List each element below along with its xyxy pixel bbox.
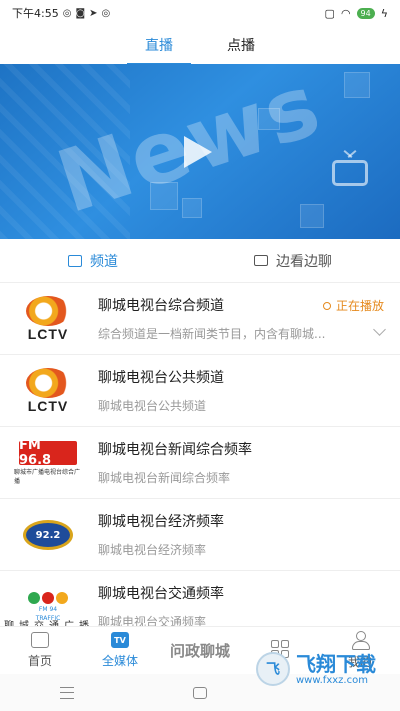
nav-home-label: 首页 — [27, 654, 52, 668]
banner-cube — [344, 72, 370, 98]
channel-title: 聊城电视台新闻综合频率 — [98, 442, 252, 458]
channel-logo-text: LCTV — [27, 398, 69, 414]
tab-watch-chat[interactable]: 边看边聊 — [254, 251, 332, 271]
tab-vod[interactable]: 点播 — [227, 29, 255, 61]
profile-icon — [351, 631, 370, 650]
traffic-logo-text: FM 94 — [38, 606, 58, 613]
chevron-down-icon[interactable] — [373, 323, 386, 336]
live-player-banner[interactable]: News — [0, 64, 400, 239]
traffic-logo — [28, 592, 68, 604]
home-button-icon[interactable] — [192, 686, 207, 699]
channel-item[interactable]: LCTV 聊城电视台公共频道 聊城电视台公共频道 — [0, 355, 400, 427]
chat-icon — [254, 255, 268, 266]
channel-desc: 综合频道是一档新闻类节目，内含有聊城... — [98, 327, 326, 341]
nav-home[interactable]: 首页 — [0, 627, 80, 674]
watermark-text: 飞翔下载 www.fxxz.com — [296, 653, 376, 686]
channel-logo: FM 96.8 聊城市广播电视台综合广播 — [14, 437, 82, 489]
menu-icon[interactable] — [59, 686, 74, 699]
traffic-logo-dot — [56, 592, 68, 604]
fm-logo-sub: 聊城市广播电视台综合广播 — [14, 469, 81, 485]
channel-desc: 聊城电视台经济频率 — [98, 543, 207, 557]
nav-wenzheng[interactable]: 问政聊城 — [160, 627, 240, 674]
tab-live[interactable]: 直播 — [127, 29, 191, 65]
play-icon[interactable] — [184, 136, 212, 168]
notification-icon: ◎ — [101, 7, 111, 19]
channel-logo: LCTV — [14, 293, 82, 345]
channel-title: 聊城电视台综合频道 — [98, 298, 224, 314]
now-playing-badge: 正在播放 — [322, 297, 384, 314]
wenzheng-logo: 问政聊城 — [169, 641, 230, 660]
traffic-logo-dot — [42, 592, 54, 604]
channel-desc: 聊城电视台公共频道 — [98, 399, 207, 413]
status-time: 下午4:55 — [12, 7, 59, 20]
charging-icon: ϟ — [380, 6, 388, 20]
location-icon: ➤ — [89, 7, 98, 19]
home-icon — [31, 632, 49, 648]
battery-indicator: 94 — [356, 7, 375, 19]
channel-item[interactable]: LCTV 聊城电视台综合频道 正在播放 综合频道是一档新闻类节目，内含有聊城..… — [0, 283, 400, 355]
lctv-swirl-logo — [26, 296, 70, 326]
live-dot-icon — [322, 301, 331, 310]
fm-logo: FM 96.8 — [19, 438, 77, 468]
channel-logo-text: LCTV — [27, 326, 69, 342]
tv-icon: TV — [111, 632, 129, 648]
app-screen: 下午4:55 ◎ ◙ ➤ ◎ ▢ ◠ 94 ϟ 直播 点播 News 频道 边看… — [0, 0, 400, 711]
tv-icon — [332, 160, 368, 186]
channel-title: 聊城电视台交通频率 — [98, 586, 224, 602]
channel-logo: 92.2 — [14, 509, 82, 561]
notification-icon: ◙ — [75, 7, 86, 19]
nav-all-media[interactable]: TV 全媒体 — [80, 627, 160, 674]
status-bar: 下午4:55 ◎ ◙ ➤ ◎ ▢ ◠ 94 ϟ — [0, 0, 400, 26]
channel-desc: 聊城电视台新闻综合频率 — [98, 471, 231, 485]
traffic-logo-dot — [28, 592, 40, 604]
economy-logo: 92.2 — [23, 520, 73, 550]
now-playing-label: 正在播放 — [335, 299, 384, 313]
top-tabs: 直播 点播 — [0, 26, 400, 65]
lctv-swirl-logo — [26, 368, 70, 398]
notification-icon: ◎ — [62, 7, 72, 19]
tab-channels-label: 频道 — [90, 253, 118, 270]
channel-icon — [68, 254, 82, 267]
channel-item[interactable]: 92.2 聊城电视台经济频率 聊城电视台经济频率 — [0, 499, 400, 571]
wifi-icon: ◠ — [340, 6, 351, 20]
watermark: 飞 飞翔下载 www.fxxz.com — [256, 652, 376, 686]
watermark-url: www.fxxz.com — [296, 674, 368, 686]
banner-cube — [300, 204, 324, 228]
status-left: 下午4:55 ◎ ◙ ➤ ◎ — [12, 5, 110, 21]
tab-channels[interactable]: 频道 — [68, 251, 118, 271]
back-placeholder — [326, 687, 340, 699]
channel-logo: LCTV — [14, 365, 82, 417]
status-right: ▢ ◠ 94 ϟ — [325, 7, 388, 20]
sim-icon: ▢ — [324, 6, 335, 20]
nav-all-media-label: 全媒体 — [101, 654, 138, 668]
channel-item[interactable]: FM 96.8 聊城市广播电视台综合广播 聊城电视台新闻综合频率 聊城电视台新闻… — [0, 427, 400, 499]
channel-list: LCTV 聊城电视台综合频道 正在播放 综合频道是一档新闻类节目，内含有聊城..… — [0, 283, 400, 643]
sub-tabs: 频道 边看边聊 — [0, 239, 400, 283]
watermark-main: 飞翔下载 — [296, 651, 376, 676]
tab-watch-chat-label: 边看边聊 — [276, 253, 332, 270]
watermark-logo-icon: 飞 — [256, 652, 290, 686]
channel-title: 聊城电视台公共频道 — [98, 370, 224, 386]
banner-cube — [182, 198, 202, 218]
channel-title: 聊城电视台经济频率 — [98, 514, 224, 530]
